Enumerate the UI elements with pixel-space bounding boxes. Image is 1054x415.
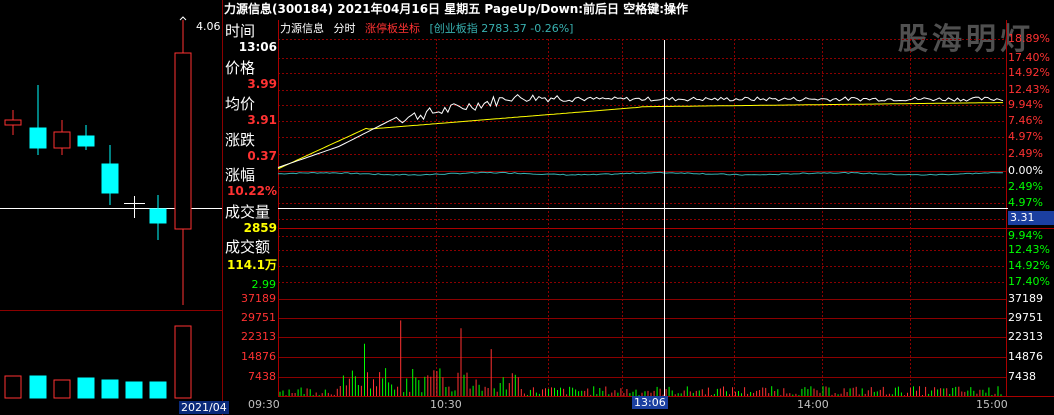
average-price-line xyxy=(277,102,1003,170)
axis-label-up: 14.92% xyxy=(1008,66,1050,79)
axis-label-up: 17.40% xyxy=(1008,51,1050,64)
intraday-chart[interactable] xyxy=(0,0,1054,415)
time-label-0930: 09:30 xyxy=(248,398,280,411)
volume-axis-label: 22313 xyxy=(241,330,276,343)
time-label-1400: 14:00 xyxy=(797,398,829,411)
index-line xyxy=(277,171,1004,176)
volume-axis-label: 7438 xyxy=(1008,370,1036,383)
axis-label-up: 12.43% xyxy=(1008,83,1050,96)
axis-label-down: 12.43% xyxy=(1008,243,1050,256)
price-low-label: 2.99 xyxy=(251,278,277,291)
axis-label-down: 4.97% xyxy=(1008,196,1043,209)
cursor-value-tag: 3.31 xyxy=(1008,211,1054,225)
volume-axis-label: 29751 xyxy=(241,311,276,324)
axis-label-down: 14.92% xyxy=(1008,259,1050,272)
time-label-1030: 10:30 xyxy=(430,398,462,411)
volume-axis-label: 7438 xyxy=(248,370,276,383)
axis-label-up: 7.46% xyxy=(1008,114,1043,127)
axis-label-up: 0.00% xyxy=(1008,164,1043,177)
axis-label-down: 9.94% xyxy=(1008,229,1043,242)
axis-label-down: 17.40% xyxy=(1008,275,1050,288)
axis-label-up: 18.89% xyxy=(1008,32,1050,45)
volume-axis-label: 14876 xyxy=(1008,350,1043,363)
stock-chart-window: 4.06 2021/04 力源信息(300184) 2021年04月16日 星期… xyxy=(0,0,1054,415)
cursor-time-tag: 13:06 xyxy=(632,396,668,409)
volume-axis-label: 37189 xyxy=(241,292,276,305)
axis-label-down: 2.49% xyxy=(1008,180,1043,193)
axis-label-up: 4.97% xyxy=(1008,130,1043,143)
time-label-1500: 15:00 xyxy=(976,398,1008,411)
axis-label-up: 9.94% xyxy=(1008,98,1043,111)
volume-axis-label: 37189 xyxy=(1008,292,1043,305)
volume-axis-label: 29751 xyxy=(1008,311,1043,324)
axis-label-up: 2.49% xyxy=(1008,147,1043,160)
volume-axis-label: 22313 xyxy=(1008,330,1043,343)
volume-axis-label: 14876 xyxy=(241,350,276,363)
